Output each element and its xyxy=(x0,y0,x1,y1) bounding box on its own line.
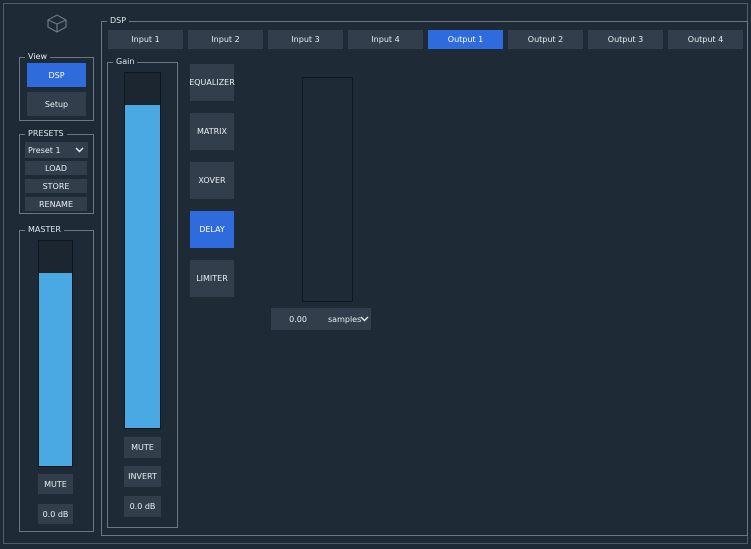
master-level-meter[interactable] xyxy=(38,240,73,467)
delay-unit-value: samples xyxy=(328,314,362,324)
device-logo-icon xyxy=(47,14,67,33)
module-limiter-button[interactable]: LIMITER xyxy=(190,260,234,297)
tab-input-3[interactable]: Input 3 xyxy=(268,30,343,49)
gain-value[interactable]: 0.0 dB xyxy=(124,496,161,517)
preset-load-button[interactable]: LOAD xyxy=(25,161,87,175)
preset-select[interactable]: Preset 1 xyxy=(25,142,88,158)
gain-invert-button[interactable]: INVERT xyxy=(124,466,161,487)
dsp-group-label: DSP xyxy=(107,16,130,26)
presets-group-label: PRESETS xyxy=(25,129,67,139)
view-group-label: View xyxy=(25,52,50,62)
module-matrix-button[interactable]: MATRIX xyxy=(190,113,234,150)
view-setup-button[interactable]: Setup xyxy=(27,92,86,116)
view-dsp-button[interactable]: DSP xyxy=(27,63,86,87)
module-equalizer-button[interactable]: EQUALIZER xyxy=(189,64,235,101)
tab-output-4[interactable]: Output 4 xyxy=(668,30,743,49)
module-delay-button[interactable]: DELAY xyxy=(190,211,234,248)
preset-store-button[interactable]: STORE xyxy=(25,179,87,193)
delay-unit-select[interactable]: samples xyxy=(325,308,371,330)
gain-mute-button[interactable]: MUTE xyxy=(124,437,161,458)
master-gain-value[interactable]: 0.0 dB xyxy=(38,504,73,524)
tab-output-1[interactable]: Output 1 xyxy=(428,30,503,49)
tab-input-2[interactable]: Input 2 xyxy=(188,30,263,49)
tab-output-2[interactable]: Output 2 xyxy=(508,30,583,49)
master-mute-button[interactable]: MUTE xyxy=(38,474,73,494)
gain-level-fill xyxy=(125,104,160,428)
chevron-down-icon xyxy=(75,147,84,153)
delay-value[interactable]: 0.00 xyxy=(271,308,325,330)
delay-slider[interactable] xyxy=(302,77,353,302)
master-level-fill xyxy=(39,272,72,466)
master-group-label: MASTER xyxy=(25,225,64,235)
preset-select-value: Preset 1 xyxy=(28,145,61,155)
chevron-down-icon xyxy=(360,316,369,322)
preset-rename-button[interactable]: RENAME xyxy=(25,197,87,211)
gain-group-label: Gain xyxy=(113,57,138,67)
module-xover-button[interactable]: XOVER xyxy=(190,162,234,199)
tab-output-3[interactable]: Output 3 xyxy=(588,30,663,49)
gain-level-meter[interactable] xyxy=(124,72,161,429)
tab-input-4[interactable]: Input 4 xyxy=(348,30,423,49)
tab-input-1[interactable]: Input 1 xyxy=(108,30,183,49)
